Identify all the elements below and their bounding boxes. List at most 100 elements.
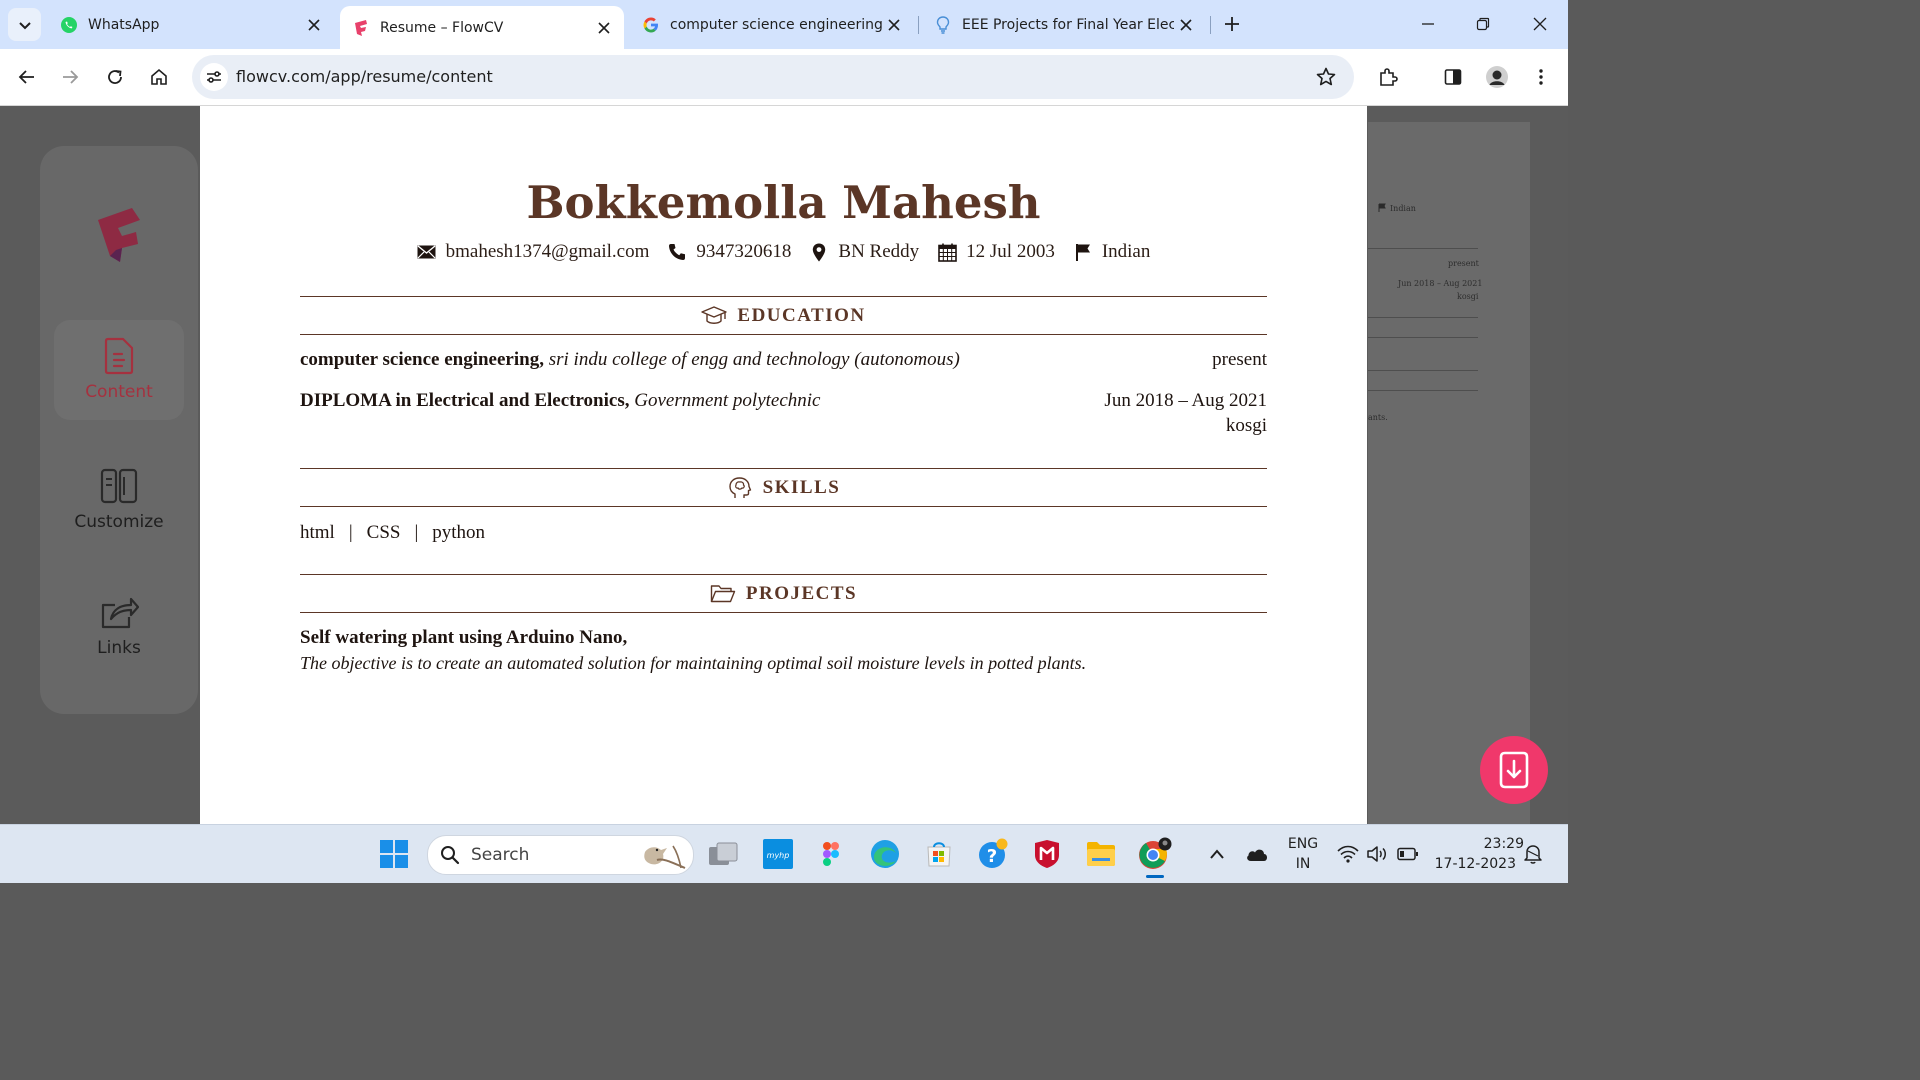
site-info-button[interactable] [200,63,228,91]
contact-birthdate: 12 Jul 2003 [937,241,1055,263]
resume-page[interactable]: Bokkemolla Mahesh bmahesh1374@gmail.com … [200,106,1367,824]
sidebar-item-content[interactable]: Content [54,320,184,420]
tab-eee-projects[interactable]: EEE Projects for Final Year Electr [922,6,1206,43]
section-title: SKILLS [762,476,841,498]
education-location: kosgi [1225,415,1267,436]
taskbar-file-explorer[interactable] [1082,835,1120,873]
graduation-cap-icon [701,304,728,328]
reload-icon [108,70,122,84]
search-icon [441,846,460,865]
education-school: sri indu college of engg and technology … [548,349,960,370]
side-panel-button[interactable] [1439,63,1467,91]
chrome-icon [1139,837,1172,869]
education-entry: DIPLOMA in Electrical and Electronics, G… [300,390,1267,436]
resume-preview-thumbnail[interactable]: Indian present Jun 2018 – Aug 2021 kosgi… [1368,122,1530,824]
volume-status[interactable] [1361,835,1395,873]
tab-whatsapp[interactable]: WhatsApp [48,6,334,43]
brain-head-icon [727,476,753,500]
home-button[interactable] [145,63,173,91]
show-hidden-icons-button[interactable] [1198,835,1236,873]
tab-title: EEE Projects for Final Year Electr [962,16,1174,33]
close-icon [1533,17,1547,31]
tab-title: WhatsApp [88,16,160,33]
back-button[interactable] [13,63,41,91]
tab-title: Resume – FlowCV [380,19,504,36]
close-tab-icon[interactable] [302,13,326,37]
extensions-button[interactable] [1374,63,1402,91]
folder-open-icon [710,582,736,606]
taskbar-search[interactable]: Search [427,835,694,875]
tab-resume-flowcv[interactable]: Resume – FlowCV [340,6,624,49]
contact-location: BN Reddy [809,241,919,263]
section-header-projects: PROJECTS [300,574,1267,613]
sidebar-item-links[interactable]: Links [54,576,184,676]
star-icon [1316,67,1336,86]
download-button[interactable] [1480,736,1548,804]
avatar [1486,66,1508,88]
taskbar-myhp[interactable]: myhp [759,835,797,873]
store-icon [927,842,951,867]
skill-item: python [432,522,486,543]
preview-dates: Jun 2018 – Aug 2021 [1398,279,1483,288]
contact-email-text: bmahesh1374@gmail.com [445,241,650,262]
close-tab-icon[interactable] [882,13,906,37]
taskbar-get-help[interactable]: ? [974,835,1012,873]
whatsapp-icon [60,16,78,34]
sidebar-item-customize[interactable]: Customize [54,450,184,550]
chevron-up-icon [1210,849,1224,859]
browser-toolbar: flowcv.com/app/resume/content [0,49,1568,106]
columns-icon [99,466,139,506]
flag-icon [1073,242,1093,262]
google-icon [642,16,660,34]
puzzle-icon [1380,68,1398,86]
taskbar-mcafee[interactable] [1028,835,1066,873]
taskbar-edge[interactable] [866,835,904,873]
forward-button[interactable] [56,63,84,91]
address-bar[interactable]: flowcv.com/app/resume/content [192,55,1354,99]
contact-phone-text: 9347320618 [696,241,792,262]
tab-title: computer science engineering - [670,16,882,33]
taskbar-chrome[interactable] [1136,835,1174,873]
minimize-button[interactable] [1416,12,1440,36]
start-button[interactable] [375,835,413,873]
flowcv-logo[interactable] [92,200,148,264]
tab-google-search[interactable]: computer science engineering - [630,6,914,43]
taskbar-store[interactable] [920,835,958,873]
wifi-status[interactable] [1331,835,1365,873]
skill-item: html [300,522,335,543]
region-indicator[interactable]: IN [1284,856,1322,872]
bookmark-button[interactable] [1314,65,1338,89]
tab-separator [1210,16,1211,34]
figma-icon [823,842,839,866]
home-icon [151,68,167,85]
edge-icon [871,840,899,868]
section-title: EDUCATION [737,304,866,326]
sidebar-item-label: Links [97,638,141,658]
browser-tab-strip: WhatsApp Resume – FlowCV computer scienc… [0,0,1568,49]
profile-button[interactable] [1483,63,1511,91]
restore-button[interactable] [1471,12,1495,36]
task-view-button[interactable] [704,835,742,873]
new-tab-button[interactable] [1220,12,1244,36]
battery-status[interactable] [1391,835,1425,873]
restore-icon [1476,17,1490,31]
onedrive-button[interactable] [1238,835,1276,873]
close-tab-icon[interactable] [592,16,616,40]
language-indicator[interactable]: ENG [1284,836,1322,852]
taskbar-search-placeholder: Search [471,845,530,865]
taskbar-figma[interactable] [812,835,850,873]
close-tab-icon[interactable] [1174,13,1198,37]
clock-date[interactable]: 17-12-2023 [1430,856,1516,872]
tab-search-button[interactable] [8,8,41,41]
close-window-button[interactable] [1528,12,1552,36]
browser-menu-button[interactable] [1527,63,1555,91]
cloud-icon [1247,849,1267,861]
arrow-right-icon [63,70,79,84]
reload-button[interactable] [101,63,129,91]
calendar-icon [937,242,957,262]
clock-time[interactable]: 23:29 [1430,836,1524,852]
project-title: Self watering plant using Arduino Nano, [300,627,628,648]
url-text[interactable]: flowcv.com/app/resume/content [236,67,493,86]
skills-list: html | CSS | python [300,522,485,544]
notifications-button[interactable] [1518,835,1548,873]
